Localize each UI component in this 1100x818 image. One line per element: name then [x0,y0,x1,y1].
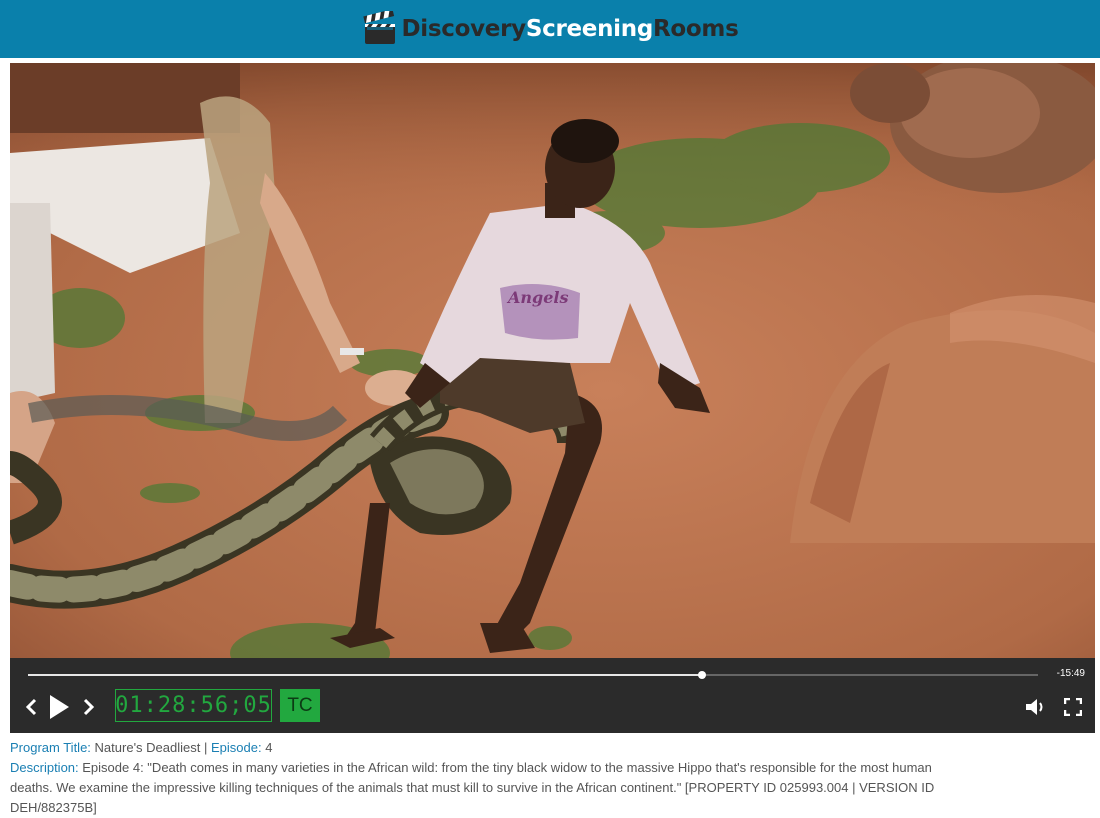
player-controls: -15:49 01:28:56;05 TC [10,658,1095,733]
clapperboard-icon [362,11,395,44]
brand-part-screening: Screening [525,16,653,42]
program-title-line: Program Title: Nature's Deadliest | Epis… [10,738,940,758]
separator: | [203,740,208,755]
description-line: Description: Episode 4: "Death comes in … [10,758,940,818]
program-info: Program Title: Nature's Deadliest | Epis… [10,738,940,818]
program-title-label: Program Title: [10,740,91,755]
timecode-toggle-button[interactable]: TC [280,689,320,722]
fullscreen-icon[interactable] [1064,698,1082,716]
progress-fill [28,674,702,676]
site-header: DiscoveryScreeningRooms [0,0,1100,58]
chevron-right-icon[interactable] [82,698,96,716]
chevron-left-icon[interactable] [24,698,38,716]
episode-label: Episode: [211,740,262,755]
brand-name: DiscoveryScreeningRooms [402,16,739,42]
play-icon[interactable] [48,694,70,720]
svg-text:Angels: Angels [506,288,569,307]
volume-icon[interactable] [1025,698,1045,716]
description-text: Episode 4: "Death comes in many varietie… [10,760,935,815]
description-label: Description: [10,760,79,775]
video-frame[interactable]: Angels [10,63,1095,658]
episode-number: 4 [265,740,273,755]
timecode-display: 01:28:56;05 [115,689,272,722]
progress-bar[interactable] [28,671,1038,679]
brand-part-discovery: Discovery [401,16,527,42]
time-remaining: -15:49 [1056,668,1085,679]
progress-handle[interactable] [697,671,706,679]
brand-part-rooms: Rooms [652,16,739,42]
video-player: Angels -15:49 01:28:56;05 TC [10,63,1095,733]
brand[interactable]: DiscoveryScreeningRooms [362,11,739,47]
video-scene: Angels [10,63,1095,658]
program-title: Nature's Deadliest [94,740,201,755]
